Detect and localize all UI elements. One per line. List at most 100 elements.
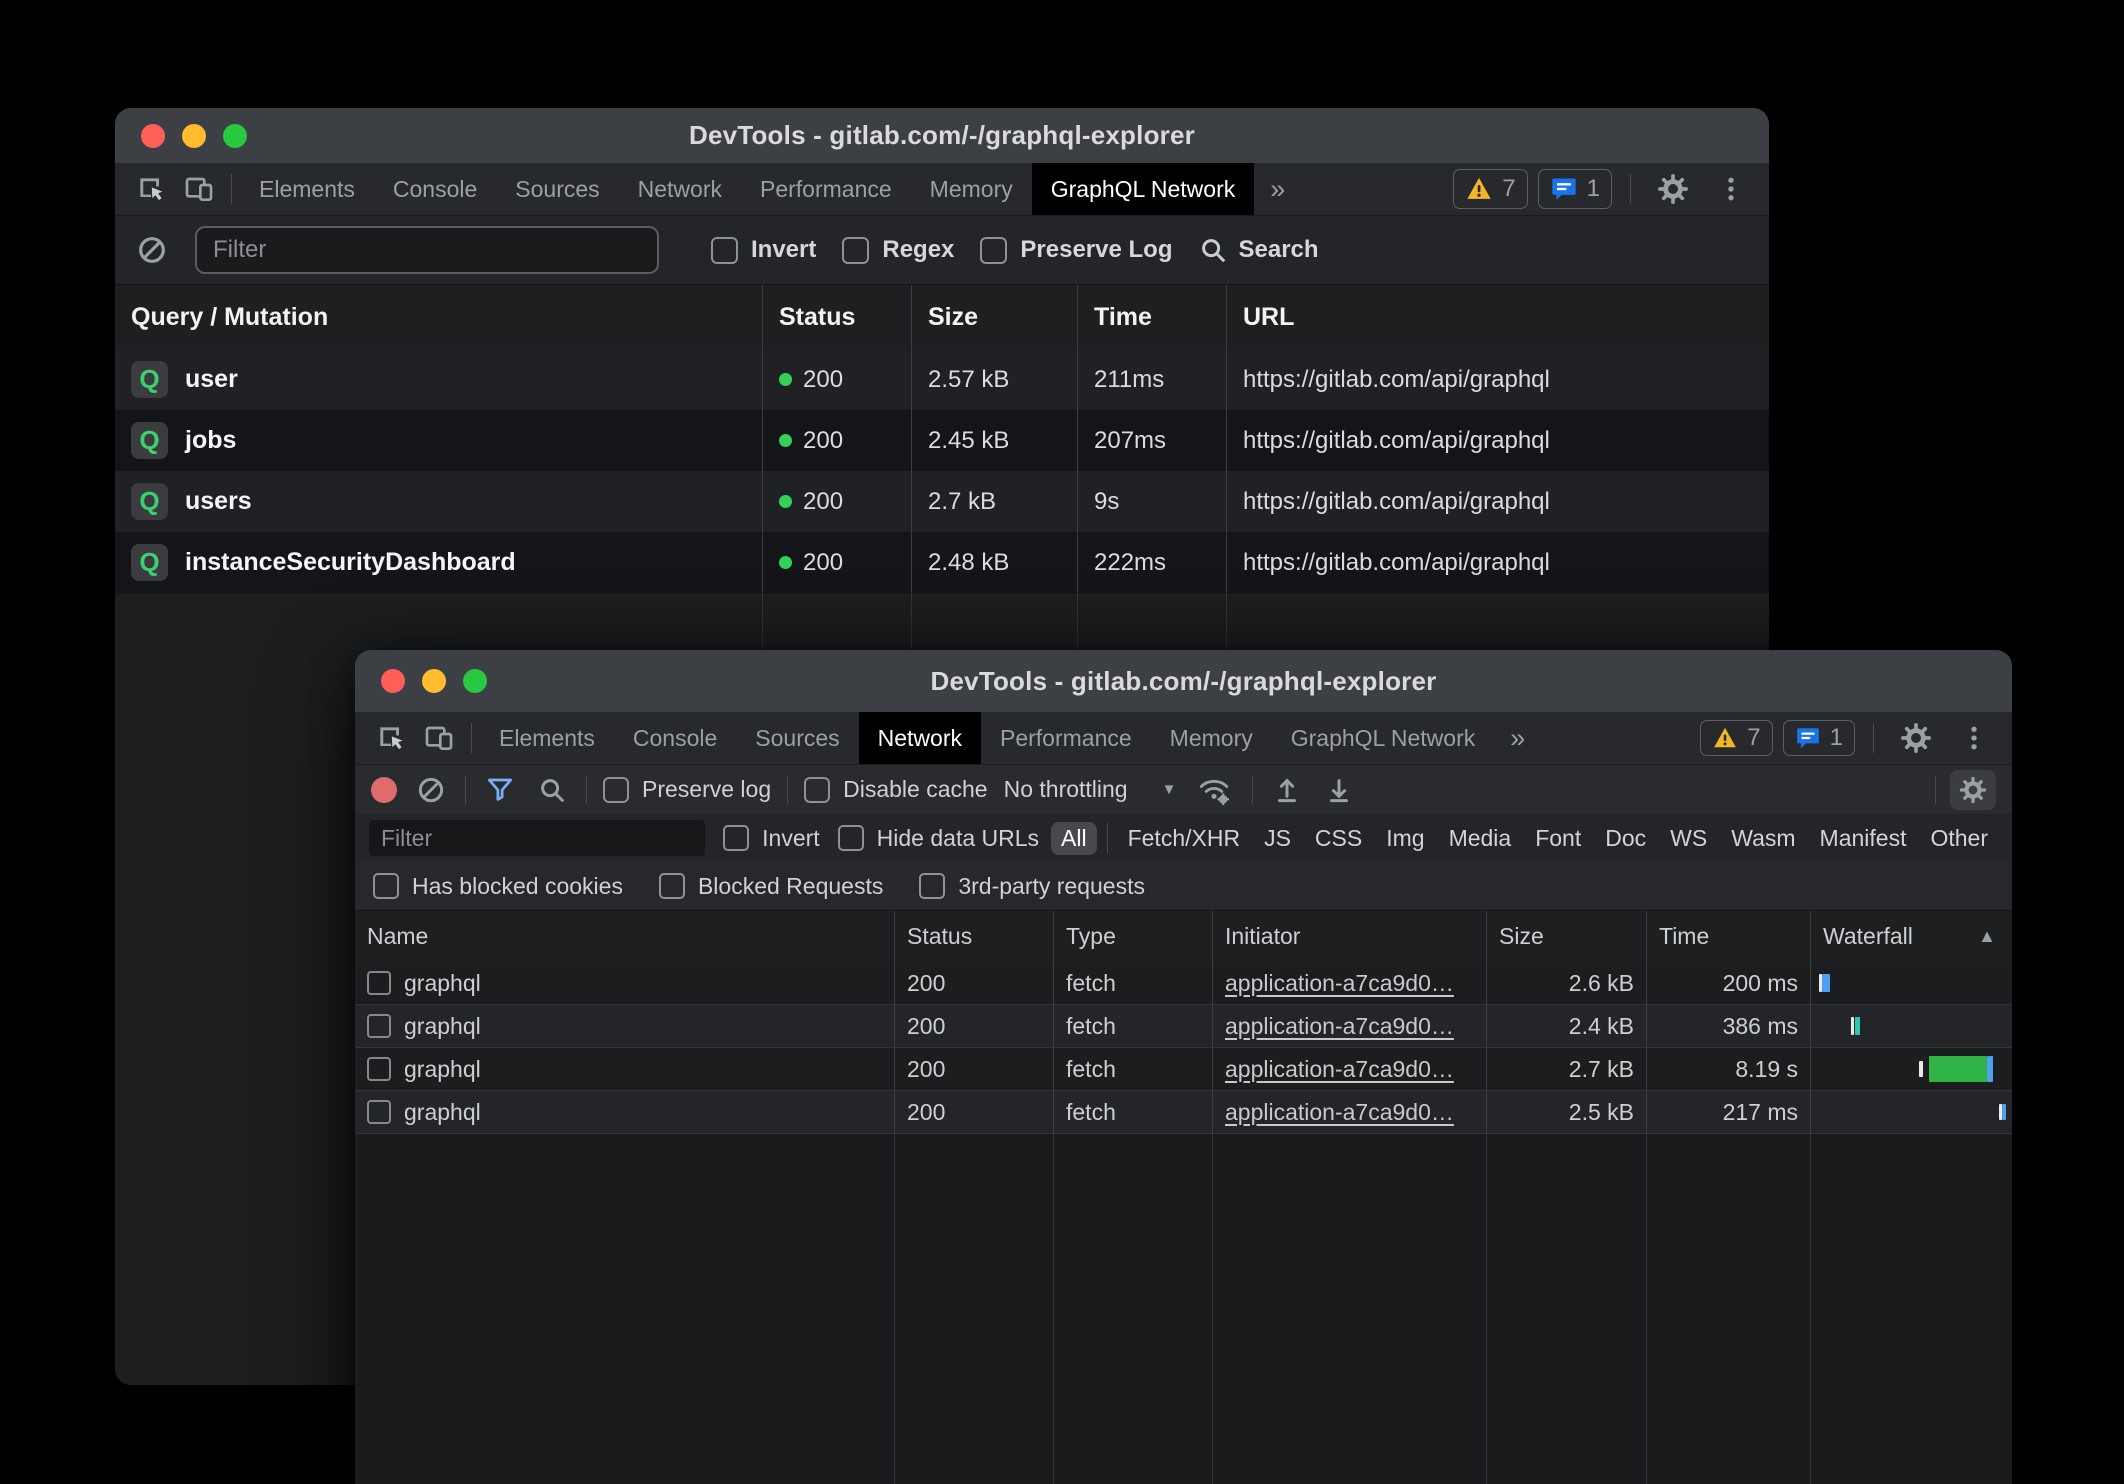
settings-gear-icon[interactable] — [1649, 172, 1697, 206]
device-toolbar-icon[interactable] — [175, 163, 223, 215]
blocked-requests-checkbox[interactable]: Blocked Requests — [659, 873, 883, 900]
import-har-icon[interactable] — [1269, 775, 1305, 805]
query-name-cell: Q jobs — [115, 410, 763, 471]
table-row[interactable]: Q jobs 200 2.45 kB 207ms https://gitlab.… — [115, 410, 1769, 471]
record-button[interactable] — [371, 777, 397, 803]
close-button[interactable] — [381, 669, 405, 693]
inspect-element-icon[interactable] — [127, 163, 175, 215]
table-row[interactable]: graphql 200 fetch application-a7ca9d0… 2… — [355, 1091, 2012, 1134]
table-row[interactable]: Q user 200 2.57 kB 211ms https://gitlab.… — [115, 349, 1769, 410]
initiator-link[interactable]: application-a7ca9d0… — [1225, 970, 1454, 997]
chip-all[interactable]: All — [1051, 822, 1097, 855]
tab-console[interactable]: Console — [614, 712, 736, 764]
titlebar[interactable]: DevTools - gitlab.com/-/graphql-explorer — [355, 650, 2012, 712]
column-header-initiator[interactable]: Initiator — [1213, 911, 1487, 962]
minimize-button[interactable] — [422, 669, 446, 693]
column-header-url[interactable]: URL — [1227, 285, 1769, 349]
column-header-status[interactable]: Status — [763, 285, 912, 349]
zoom-button[interactable] — [463, 669, 487, 693]
chip-img[interactable]: Img — [1376, 822, 1434, 855]
column-header-type[interactable]: Type — [1054, 911, 1213, 962]
filter-funnel-icon[interactable] — [482, 775, 518, 805]
table-row[interactable]: graphql 200 fetch application-a7ca9d0… 2… — [355, 962, 2012, 1005]
minimize-button[interactable] — [182, 124, 206, 148]
column-header-time[interactable]: Time — [1078, 285, 1227, 349]
zoom-button[interactable] — [223, 124, 247, 148]
tab-memory[interactable]: Memory — [911, 163, 1032, 215]
device-toolbar-icon[interactable] — [415, 712, 463, 764]
column-header-waterfall[interactable]: Waterfall ▲ — [1811, 911, 2012, 962]
preserve-log-checkbox[interactable]: Preserve log — [603, 776, 771, 803]
table-row[interactable]: graphql 200 fetch application-a7ca9d0… 2… — [355, 1048, 2012, 1091]
chip-font[interactable]: Font — [1525, 822, 1591, 855]
hide-data-urls-checkbox[interactable]: Hide data URLs — [838, 825, 1039, 852]
tab-performance[interactable]: Performance — [741, 163, 911, 215]
chip-fetch-xhr[interactable]: Fetch/XHR — [1118, 822, 1250, 855]
third-party-requests-checkbox[interactable]: 3rd-party requests — [919, 873, 1145, 900]
network-conditions-icon[interactable] — [1192, 773, 1236, 807]
chip-css[interactable]: CSS — [1305, 822, 1372, 855]
row-checkbox[interactable] — [367, 1057, 391, 1081]
initiator-link[interactable]: application-a7ca9d0… — [1225, 1099, 1454, 1126]
row-checkbox[interactable] — [367, 1100, 391, 1124]
column-header-name[interactable]: Name — [355, 911, 895, 962]
tab-console[interactable]: Console — [374, 163, 496, 215]
table-row[interactable]: graphql 200 fetch application-a7ca9d0… 2… — [355, 1005, 2012, 1048]
filter-input[interactable] — [369, 820, 705, 856]
clear-icon[interactable] — [135, 234, 169, 266]
tab-elements[interactable]: Elements — [480, 712, 614, 764]
tab-network[interactable]: Network — [859, 712, 981, 764]
more-options-icon[interactable] — [1707, 175, 1755, 203]
chip-wasm[interactable]: Wasm — [1721, 822, 1805, 855]
chip-doc[interactable]: Doc — [1595, 822, 1656, 855]
more-tabs-icon[interactable]: » — [1254, 163, 1301, 215]
chip-ws[interactable]: WS — [1660, 822, 1717, 855]
initiator-link[interactable]: application-a7ca9d0… — [1225, 1056, 1454, 1083]
tab-performance[interactable]: Performance — [981, 712, 1151, 764]
disable-cache-checkbox[interactable]: Disable cache — [804, 776, 987, 803]
tab-memory[interactable]: Memory — [1151, 712, 1272, 764]
tab-network[interactable]: Network — [619, 163, 741, 215]
table-row[interactable]: Q instanceSecurityDashboard 200 2.48 kB … — [115, 532, 1769, 593]
tab-graphql-network[interactable]: GraphQL Network — [1272, 712, 1495, 764]
search-icon[interactable] — [534, 775, 570, 805]
issues-badge[interactable]: 1 — [1538, 169, 1612, 209]
preserve-log-checkbox[interactable]: Preserve Log — [980, 236, 1172, 264]
has-blocked-cookies-checkbox[interactable]: Has blocked cookies — [373, 873, 623, 900]
inspect-element-icon[interactable] — [367, 712, 415, 764]
invert-checkbox[interactable]: Invert — [711, 236, 816, 264]
tab-sources[interactable]: Sources — [736, 712, 858, 764]
regex-checkbox[interactable]: Regex — [842, 236, 954, 264]
column-header-query-mutation[interactable]: Query / Mutation — [115, 285, 763, 349]
titlebar[interactable]: DevTools - gitlab.com/-/graphql-explorer — [115, 108, 1769, 163]
column-header-status[interactable]: Status — [895, 911, 1054, 962]
chip-media[interactable]: Media — [1439, 822, 1522, 855]
column-header-size[interactable]: Size — [912, 285, 1078, 349]
issues-badge[interactable]: 1 — [1783, 720, 1855, 756]
filter-input[interactable] — [195, 226, 659, 274]
chip-js[interactable]: JS — [1254, 822, 1301, 855]
throttling-select[interactable]: No throttling ▼ — [1004, 776, 1177, 803]
more-tabs-icon[interactable]: » — [1494, 712, 1541, 764]
tab-sources[interactable]: Sources — [496, 163, 618, 215]
clear-icon[interactable] — [413, 775, 449, 805]
tab-graphql-network[interactable]: GraphQL Network — [1032, 163, 1255, 215]
warnings-badge[interactable]: 7 — [1700, 720, 1772, 756]
warnings-badge[interactable]: 7 — [1453, 169, 1527, 209]
network-settings-gear-icon[interactable] — [1950, 770, 1996, 810]
column-header-size[interactable]: Size — [1487, 911, 1647, 962]
settings-gear-icon[interactable] — [1892, 721, 1940, 755]
export-har-icon[interactable] — [1321, 775, 1357, 805]
initiator-link[interactable]: application-a7ca9d0… — [1225, 1013, 1454, 1040]
chip-manifest[interactable]: Manifest — [1810, 822, 1917, 855]
table-row[interactable]: Q users 200 2.7 kB 9s https://gitlab.com… — [115, 471, 1769, 532]
row-checkbox[interactable] — [367, 1014, 391, 1038]
more-options-icon[interactable] — [1950, 724, 1998, 752]
row-checkbox[interactable] — [367, 971, 391, 995]
search-toggle[interactable]: Search — [1198, 235, 1318, 265]
tab-elements[interactable]: Elements — [240, 163, 374, 215]
invert-checkbox[interactable]: Invert — [723, 825, 820, 852]
column-header-time[interactable]: Time — [1647, 911, 1811, 962]
close-button[interactable] — [141, 124, 165, 148]
chip-other[interactable]: Other — [1920, 822, 1998, 855]
